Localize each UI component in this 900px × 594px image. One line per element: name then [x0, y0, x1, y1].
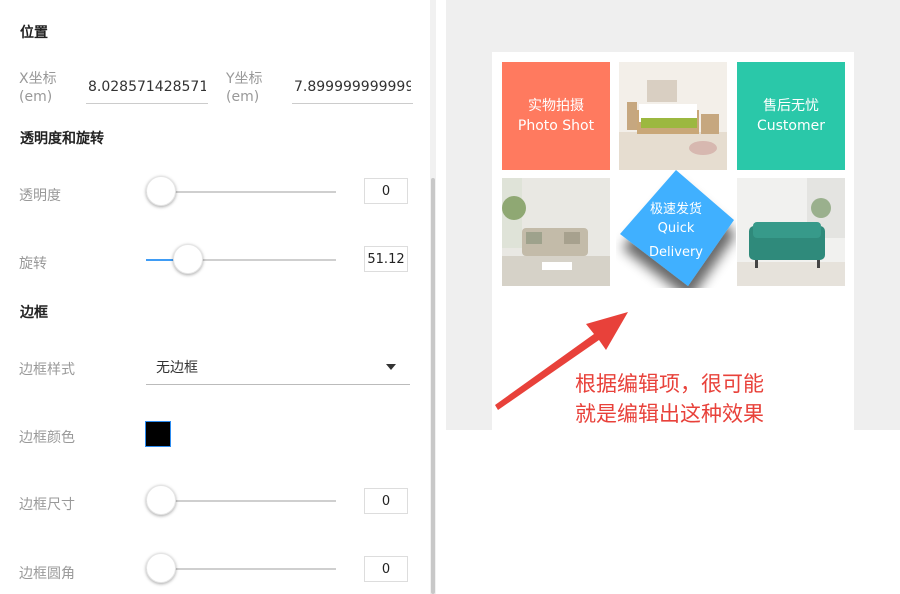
- border-color-swatch[interactable]: [145, 421, 171, 447]
- bedroom-image: [619, 62, 727, 170]
- customer-service-tile[interactable]: 售后无忧 Customer: [737, 62, 845, 170]
- photo-shot-subtitle: Photo Shot: [517, 118, 595, 134]
- customer-service-subtitle: Customer: [756, 118, 825, 134]
- border-section-title: 边框: [20, 305, 48, 321]
- customer-service-title: 售后无忧: [763, 98, 819, 114]
- border-style-select[interactable]: 无边框: [146, 350, 410, 385]
- quick-delivery-subtitle-2: Delivery: [649, 245, 703, 260]
- x-label-unit: (em): [19, 89, 53, 105]
- opacity-slider-handle[interactable]: [146, 176, 176, 206]
- quick-delivery-subtitle-1: Quick: [657, 221, 695, 236]
- photo-shot-tile[interactable]: 实物拍摄 Photo Shot: [502, 62, 610, 170]
- border-size-value-input[interactable]: 0: [364, 488, 408, 514]
- opacity-slider[interactable]: [146, 176, 336, 206]
- photo-shot-title: 实物拍摄: [528, 98, 584, 114]
- y-coordinate-label: Y坐标 (em): [226, 70, 263, 106]
- annotation-text-line2: 就是编辑出这种效果: [575, 402, 764, 426]
- border-radius-slider-handle[interactable]: [146, 553, 176, 583]
- x-label-text: X坐标: [19, 71, 57, 87]
- x-coordinate-label: X坐标 (em): [19, 70, 57, 106]
- border-size-slider[interactable]: [146, 485, 336, 515]
- y-coordinate-input[interactable]: [292, 71, 413, 104]
- border-style-label: 边框样式: [19, 362, 75, 378]
- canvas-bottom-area: [446, 430, 900, 594]
- border-radius-slider[interactable]: [146, 553, 336, 583]
- annotation-text-line1: 根据编辑项，很可能: [575, 372, 764, 396]
- opacity-value-input[interactable]: 0: [364, 178, 408, 204]
- border-size-label: 边框尺寸: [19, 497, 75, 513]
- border-color-label: 边框颜色: [19, 430, 75, 446]
- border-size-slider-handle[interactable]: [146, 485, 176, 515]
- opacity-label: 透明度: [19, 188, 61, 204]
- position-section-title: 位置: [20, 25, 48, 41]
- rotation-value-input[interactable]: 51.12: [364, 246, 408, 272]
- quick-delivery-title: 极速发货: [649, 202, 702, 217]
- border-style-value: 无边框: [156, 360, 198, 376]
- y-label-text: Y坐标: [226, 71, 263, 87]
- opacity-rotation-section-title: 透明度和旋转: [20, 131, 104, 147]
- rotation-label: 旋转: [19, 256, 47, 272]
- x-coordinate-input[interactable]: [86, 71, 208, 104]
- border-radius-value-input[interactable]: 0: [364, 556, 408, 582]
- living-room-image: [502, 178, 610, 286]
- rotation-slider[interactable]: [146, 244, 336, 274]
- properties-panel: 位置 X坐标 (em) Y坐标 (em) 透明度和旋转 透明度 0 旋转 51.…: [0, 0, 430, 594]
- panel-scrollbar-thumb[interactable]: [431, 178, 435, 594]
- border-radius-label: 边框圆角: [19, 566, 75, 582]
- chevron-down-icon: [386, 364, 396, 370]
- green-sofa-image: [737, 178, 845, 286]
- rotation-slider-handle[interactable]: [173, 244, 203, 274]
- y-label-unit: (em): [226, 89, 260, 105]
